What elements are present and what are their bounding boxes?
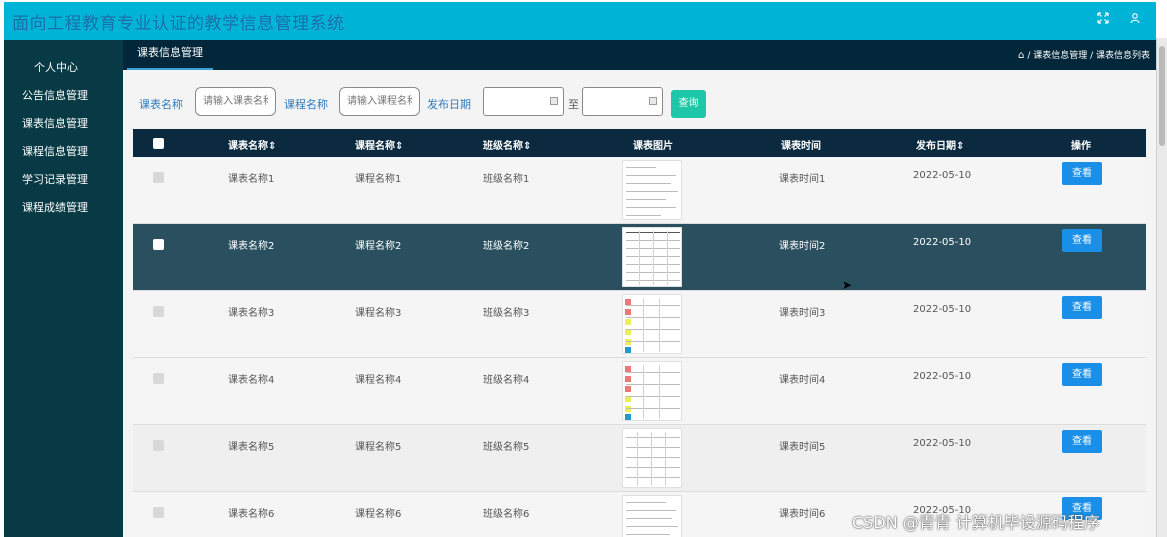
cell-publish-date: 2022-05-10	[913, 304, 972, 315]
table-header: 课表名称⇕ 课程名称⇕ 班级名称⇕ 课表图片 课表时间 发布日期⇕ 操作	[133, 129, 1146, 157]
publish-date-label: 发布日期	[427, 98, 471, 111]
row-checkbox[interactable]	[153, 239, 164, 250]
top-bar: 面向工程教育专业认证的教学信息管理系统	[4, 2, 1156, 40]
cell-schedule-time: 课表时间3	[779, 308, 826, 319]
watermark: CSDN @青青 计算机毕设源码程序	[852, 513, 1100, 532]
cell-schedule-name: 课表名称1	[228, 174, 275, 185]
cell-class-name: 班级名称6	[483, 509, 530, 520]
row-checkbox[interactable]	[153, 507, 164, 518]
scrollbar-thumb[interactable]	[1159, 46, 1165, 146]
table-row[interactable]: 课表名称4 课程名称4 班级名称4 课表时间4 2022-05-10 查看	[133, 358, 1146, 425]
cell-schedule-name: 课表名称6	[228, 509, 275, 520]
table-row[interactable]: 课表名称3 课程名称3 班级名称3 课表时间3 2022-05-10 查看	[133, 291, 1146, 358]
view-button[interactable]: 查看	[1062, 229, 1102, 252]
row-checkbox[interactable]	[153, 373, 164, 384]
schedule-image-thumbnail[interactable]	[622, 428, 682, 488]
schedule-image-thumbnail[interactable]	[622, 160, 682, 220]
header-publish-date[interactable]: 发布日期⇕	[916, 137, 964, 152]
calendar-icon	[550, 97, 558, 105]
sidebar-item-personal-center[interactable]: 个人中心	[4, 55, 123, 81]
course-name-label: 课程名称	[284, 98, 328, 111]
cell-course-name: 课程名称6	[355, 509, 402, 520]
cell-class-name: 班级名称5	[483, 442, 530, 453]
header-schedule-time: 课表时间	[781, 141, 821, 152]
cell-class-name: 班级名称2	[483, 241, 530, 252]
cell-schedule-time: 课表时间4	[779, 375, 826, 386]
header-actions: 操作	[1071, 141, 1091, 152]
search-button[interactable]: 查询	[671, 90, 706, 118]
sidebar-item-announcements[interactable]: 公告信息管理	[4, 83, 123, 109]
start-date-input[interactable]	[483, 87, 564, 116]
sidebar-item-courses[interactable]: 课程信息管理	[4, 139, 123, 165]
calendar-icon	[649, 97, 657, 105]
tab-bar: 课表信息管理 ⌂ / 课表信息管理 / 课表信息列表	[123, 40, 1156, 70]
header-schedule-image: 课表图片	[633, 141, 673, 152]
cell-publish-date: 2022-05-10	[913, 438, 972, 449]
cell-publish-date: 2022-05-10	[913, 237, 972, 248]
sidebar-item-study-records[interactable]: 学习记录管理	[4, 167, 123, 193]
cell-schedule-time: 课表时间5	[779, 442, 826, 453]
view-button[interactable]: 查看	[1062, 162, 1102, 185]
cell-schedule-name: 课表名称4	[228, 375, 275, 386]
date-range-separator: 至	[568, 98, 579, 111]
page-scrollbar[interactable]	[1156, 38, 1167, 537]
cell-schedule-name: 课表名称3	[228, 308, 275, 319]
sidebar-item-schedules[interactable]: 课表信息管理	[4, 111, 123, 137]
view-button[interactable]: 查看	[1062, 363, 1102, 386]
cell-schedule-name: 课表名称5	[228, 442, 275, 453]
row-checkbox[interactable]	[153, 306, 164, 317]
schedule-name-input[interactable]	[195, 87, 276, 116]
schedule-image-thumbnail[interactable]	[622, 495, 682, 537]
app-window: 面向工程教育专业认证的教学信息管理系统 个人中心 公告信息管理 课表信息管理 课…	[4, 2, 1156, 537]
header-schedule-name[interactable]: 课表名称⇕	[228, 137, 276, 152]
row-checkbox[interactable]	[153, 440, 164, 451]
cell-class-name: 班级名称3	[483, 308, 530, 319]
schedule-name-label: 课表名称	[139, 98, 183, 111]
view-button[interactable]: 查看	[1062, 296, 1102, 319]
cell-schedule-time: 课表时间1	[779, 174, 826, 185]
cell-course-name: 课程名称3	[355, 308, 402, 319]
select-all-checkbox[interactable]	[153, 138, 164, 149]
course-name-input[interactable]	[339, 87, 420, 116]
cell-publish-date: 2022-05-10	[913, 170, 972, 181]
table-row[interactable]: 课表名称5 课程名称5 班级名称5 课表时间5 2022-05-10 查看	[133, 425, 1146, 492]
sidebar: 个人中心 公告信息管理 课表信息管理 课程信息管理 学习记录管理 课程成绩管理	[4, 40, 123, 537]
cell-publish-date: 2022-05-10	[913, 371, 972, 382]
cell-schedule-name: 课表名称2	[228, 241, 275, 252]
sidebar-item-grades[interactable]: 课程成绩管理	[4, 195, 123, 221]
schedule-image-thumbnail[interactable]	[622, 294, 682, 354]
schedule-image-thumbnail[interactable]	[622, 361, 682, 421]
cell-class-name: 班级名称1	[483, 174, 530, 185]
cell-course-name: 课程名称5	[355, 442, 402, 453]
user-icon[interactable]	[1124, 10, 1146, 32]
expand-icon[interactable]	[1092, 10, 1114, 32]
view-button[interactable]: 查看	[1062, 430, 1102, 453]
cell-course-name: 课程名称4	[355, 375, 402, 386]
mouse-cursor-icon: ➤	[842, 278, 853, 292]
main-content: 课表信息管理 ⌂/ 课表信息管理 / 课表信息列表 课表名称 课程名称 发布日期…	[123, 40, 1156, 537]
schedule-image-thumbnail[interactable]	[622, 227, 682, 287]
cell-course-name: 课程名称2	[355, 241, 402, 252]
header-class-name[interactable]: 班级名称⇕	[483, 137, 531, 152]
table-row[interactable]: 课表名称1 课程名称1 班级名称1 课表时间1 2022-05-10 查看	[133, 157, 1146, 224]
header-course-name[interactable]: 课程名称⇕	[355, 137, 403, 152]
row-checkbox[interactable]	[153, 172, 164, 183]
tab-schedule-management[interactable]: 课表信息管理	[127, 40, 213, 70]
cell-course-name: 课程名称1	[355, 174, 402, 185]
app-title: 面向工程教育专业认证的教学信息管理系统	[12, 14, 345, 34]
home-icon[interactable]: ⌂	[1018, 50, 1024, 61]
breadcrumb: ⌂ / 课表信息管理 / 课表信息列表	[1018, 48, 1150, 61]
cell-class-name: 班级名称4	[483, 375, 530, 386]
end-date-input[interactable]	[582, 87, 663, 116]
cell-schedule-time: 课表时间2	[779, 241, 826, 252]
breadcrumb-text: / 课表信息管理 / 课表信息列表	[1027, 51, 1150, 61]
table-row[interactable]: 课表名称2 课程名称2 班级名称2 课表时间2 2022-05-10 查看	[133, 224, 1146, 291]
cell-schedule-time: 课表时间6	[779, 509, 826, 520]
